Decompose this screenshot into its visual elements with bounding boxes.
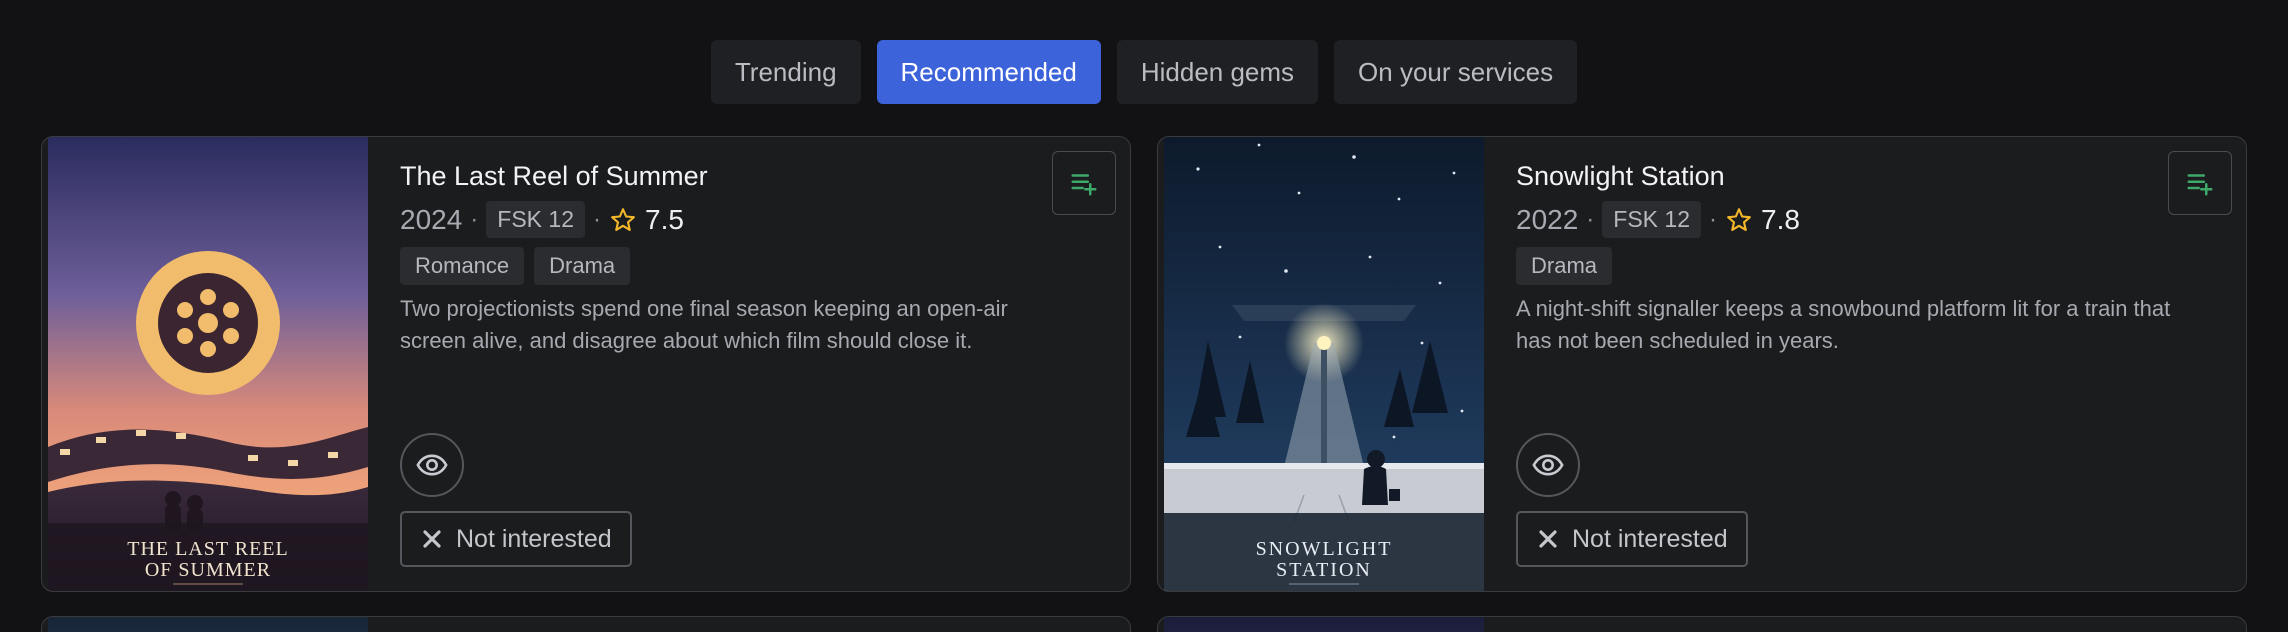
rating-value: 7.5	[645, 203, 684, 235]
genre-list: Drama	[1516, 247, 1613, 285]
poster-title-line2: STATION	[1276, 559, 1372, 581]
poster-title-line1: SNOWLIGHT	[1256, 538, 1393, 560]
separator: ·	[470, 205, 479, 233]
age-rating-badge: FSK 12	[486, 201, 586, 238]
movie-poster[interactable]	[48, 617, 368, 632]
genre-list: Romance Drama	[400, 247, 631, 285]
movie-card[interactable]	[1157, 616, 2247, 632]
playlist-add-icon	[1071, 174, 1097, 196]
playlist-add-icon	[2187, 174, 2213, 196]
not-interested-button[interactable]: Not interested	[1516, 511, 1748, 567]
not-interested-button[interactable]: Not interested	[400, 511, 632, 567]
eye-icon	[416, 454, 448, 476]
movie-year: 2024	[400, 203, 463, 235]
movie-poster[interactable]	[1164, 617, 1484, 632]
movie-title[interactable]: The Last Reel of Summer	[400, 161, 708, 192]
add-to-watchlist-button[interactable]	[1052, 151, 1116, 215]
movie-meta: 2022 · FSK 12 · 7.8	[1516, 201, 1800, 238]
movie-card[interactable]: SNOWLIGHT STATION Snowlight Station 2022…	[1157, 136, 2247, 592]
tab-bar: Trending Recommended Hidden gems On your…	[0, 40, 2288, 104]
separator: ·	[1709, 205, 1718, 233]
movie-card[interactable]	[41, 616, 1131, 632]
separator: ·	[593, 205, 602, 233]
not-interested-label: Not interested	[1572, 524, 1728, 553]
movie-description: A night-shift signaller keeps a snowboun…	[1516, 296, 2171, 353]
genre-tag[interactable]: Drama	[1516, 247, 1613, 285]
not-interested-label: Not interested	[456, 524, 612, 553]
movie-title[interactable]: Snowlight Station	[1516, 161, 1725, 192]
movie-description: Two projectionists spend one final seaso…	[400, 296, 1008, 353]
movie-card[interactable]: THE LAST REEL OF SUMMER The Last Reel of…	[41, 136, 1131, 592]
genre-tag[interactable]: Drama	[534, 247, 631, 285]
poster-title-line1: THE LAST REEL	[127, 538, 289, 560]
tab-on-your-services[interactable]: On your services	[1334, 40, 1578, 104]
star-icon	[611, 207, 635, 231]
separator: ·	[1586, 205, 1595, 233]
close-icon	[1539, 530, 1557, 548]
close-icon	[423, 530, 441, 548]
add-to-watchlist-button[interactable]	[2168, 151, 2232, 215]
age-rating-badge: FSK 12	[1602, 201, 1702, 238]
eye-icon	[1532, 454, 1564, 476]
mark-as-seen-button[interactable]	[400, 433, 464, 497]
tab-recommended[interactable]: Recommended	[876, 40, 1101, 104]
genre-tag[interactable]: Romance	[400, 247, 525, 285]
star-icon	[1727, 207, 1751, 231]
tab-trending[interactable]: Trending	[710, 40, 861, 104]
tab-hidden-gems[interactable]: Hidden gems	[1116, 40, 1319, 104]
poster-title-line2: OF SUMMER	[145, 559, 271, 581]
movie-meta: 2024 · FSK 12 · 7.5	[400, 201, 684, 238]
movie-poster[interactable]: SNOWLIGHT STATION	[1164, 137, 1484, 591]
rating-value: 7.8	[1761, 203, 1800, 235]
movie-year: 2022	[1516, 203, 1579, 235]
movie-poster[interactable]: THE LAST REEL OF SUMMER	[48, 137, 368, 591]
mark-as-seen-button[interactable]	[1516, 433, 1580, 497]
